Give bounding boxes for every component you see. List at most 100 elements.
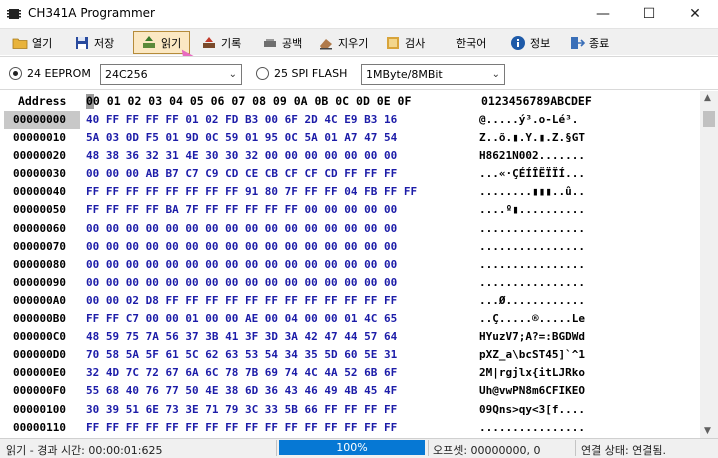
info-button[interactable]: 정보 (510, 31, 550, 54)
hex-row[interactable]: 30 39 51 6E 73 3E 71 79 3C 33 5B 66 FF F… (86, 401, 478, 419)
spi-size-select[interactable]: 1MByte/8MBit ⌄ (361, 64, 505, 85)
row-address: 00000110 (13, 420, 66, 434)
exit-button[interactable]: 종료 (569, 31, 609, 54)
row-address: 00000090 (13, 275, 66, 289)
write-label: 기록 (221, 36, 242, 50)
status-divider (575, 440, 576, 456)
row-address: 00000040 (13, 185, 66, 199)
hex-bytes[interactable]: 40 FF FF FF FF 01 02 FD B3 00 6F 2D 4C E… (86, 111, 478, 437)
hex-row[interactable]: 00 00 00 00 00 00 00 00 00 00 00 00 00 0… (86, 256, 478, 274)
ascii-row[interactable]: pXZ_a\bcST45]`^1 (479, 346, 639, 364)
ascii-column[interactable]: @.....ý³.o-Lé³. Z..õ.▮.Y.▮.Z.§GT H8621N002… (479, 111, 639, 437)
save-label: 저장 (94, 36, 115, 50)
row-address: 000000E0 (13, 366, 66, 380)
hex-row[interactable]: 32 4D 7C 72 67 6A 6C 78 7B 69 74 4C 4A 5… (86, 364, 478, 382)
write-chip-icon (203, 36, 215, 48)
address-header: Address (18, 94, 67, 108)
exit-label: 종료 (589, 36, 610, 50)
info-label: 정보 (530, 36, 551, 50)
language-button[interactable]: 한국어 (456, 31, 486, 54)
row-address: 00000000 (4, 111, 80, 130)
address-column: 00000000 00000010 00000020 00000030 00000040… (4, 111, 80, 437)
hex-row[interactable]: FF FF FF FF FF FF FF FF FF FF FF FF FF F… (86, 419, 478, 437)
ascii-row[interactable]: 09Qns>qy<3[f.... (479, 401, 639, 419)
info-icon (511, 35, 525, 50)
ascii-row[interactable]: ................ (479, 419, 639, 437)
scroll-up-icon[interactable]: ▲ (704, 93, 711, 103)
exit-icon (571, 36, 585, 49)
chevron-down-icon: ⌄ (491, 69, 500, 80)
status-divider (276, 440, 277, 456)
ascii-row[interactable]: HYuzV7;A?=:BGDWd (479, 328, 639, 346)
hex-header: Address 00 01 02 03 04 05 06 07 08 09 0A… (0, 91, 700, 111)
spi-flash-radio[interactable] (256, 67, 269, 80)
hex-row[interactable]: 48 38 36 32 31 4E 30 30 32 00 00 00 00 0… (86, 147, 478, 165)
ascii-row[interactable]: ...«·ÇÉÍÎËÏÏÍ... (479, 165, 639, 183)
eraser-icon (320, 38, 332, 49)
column-headers: 00 01 02 03 04 05 06 07 08 09 0A 0B 0C 0… (86, 94, 412, 108)
ascii-row[interactable]: ................ (479, 256, 639, 274)
connection-status: 연결 상태: 연결됨. (581, 444, 667, 457)
read-chip-icon (143, 35, 155, 48)
window-title: CH341A Programmer (28, 6, 155, 20)
eeprom-radio-label: 24 EEPROM (27, 67, 91, 80)
title-bar: CH341A Programmer — ☐ ✕ (0, 0, 718, 28)
scroll-thumb[interactable] (703, 111, 715, 127)
eeprom-radio[interactable] (9, 67, 22, 80)
erase-button[interactable]: 지우기 (318, 31, 368, 54)
blank-check-label: 공백 (282, 36, 303, 50)
hex-row[interactable]: FF FF C7 00 00 01 00 00 AE 00 04 00 00 0… (86, 310, 478, 328)
ascii-row[interactable]: Uh@vwPN8m6CFIKEO (479, 382, 639, 400)
verify-button[interactable]: 검사 (385, 31, 425, 54)
hex-row[interactable]: 5A 03 0D F5 01 9D 0C 59 01 95 0C 5A 01 A… (86, 129, 478, 147)
ascii-row[interactable]: ...Ø............ (479, 292, 639, 310)
ascii-row[interactable]: ................ (479, 220, 639, 238)
row-address: 00000080 (13, 257, 66, 271)
row-address: 000000D0 (13, 348, 66, 362)
ascii-row[interactable]: ..Ç.....®.....Le (479, 310, 639, 328)
scroll-down-icon[interactable]: ▼ (704, 426, 711, 436)
open-button[interactable]: 열기 (12, 31, 52, 54)
ascii-row[interactable]: @.....ý³.o-Lé³. (479, 111, 639, 129)
ascii-row[interactable]: ................ (479, 274, 639, 292)
erase-label: 지우기 (338, 36, 369, 50)
spi-size-value: 1MByte/8MBit (366, 68, 443, 81)
vertical-scrollbar[interactable]: ▲ ▼ (700, 91, 718, 438)
ascii-row[interactable]: ................ (479, 238, 639, 256)
hex-row[interactable]: FF FF FF FF FF FF FF FF 91 80 7F FF FF 0… (86, 183, 478, 201)
hex-row[interactable]: 00 00 00 00 00 00 00 00 00 00 00 00 00 0… (86, 238, 478, 256)
hex-row[interactable]: 00 00 00 00 00 00 00 00 00 00 00 00 00 0… (86, 220, 478, 238)
blank-check-button[interactable]: 공백 (262, 31, 302, 54)
hex-row[interactable]: 00 00 00 00 00 00 00 00 00 00 00 00 00 0… (86, 274, 478, 292)
row-address: 000000A0 (13, 293, 66, 307)
hex-row[interactable]: 00 00 02 D8 FF FF FF FF FF FF FF FF FF F… (86, 292, 478, 310)
open-label: 열기 (32, 36, 53, 50)
ascii-row[interactable]: ........▮▮▮..û.. (479, 183, 639, 201)
minimize-button[interactable]: — (580, 0, 626, 28)
save-button[interactable]: 저장 (74, 31, 114, 54)
chip-selection-bar: 24 EEPROM 24C256 ⌄ 25 SPI FLASH 1MByte/8… (0, 56, 718, 90)
write-button[interactable]: 기록 (201, 31, 241, 54)
ascii-row[interactable]: 2M|rgjlx{itLJRko (479, 364, 639, 382)
status-divider (428, 440, 429, 456)
close-button[interactable]: ✕ (672, 0, 718, 28)
hex-row[interactable]: 00 00 00 AB B7 C7 C9 CD CE CB CF CF CD F… (86, 165, 478, 183)
chip-icon (7, 9, 21, 19)
hex-editor[interactable]: Address 00 01 02 03 04 05 06 07 08 09 0A… (0, 91, 718, 438)
spi-flash-radio-label: 25 SPI FLASH (274, 67, 348, 80)
maximize-button[interactable]: ☐ (626, 0, 672, 28)
ascii-row[interactable]: Z..õ.▮.Y.▮.Z.§GT (479, 129, 639, 147)
hex-row[interactable]: 40 FF FF FF FF 01 02 FD B3 00 6F 2D 4C E… (86, 111, 478, 129)
eeprom-model-select[interactable]: 24C256 ⌄ (100, 64, 242, 85)
offset-readout: 오프셋: 00000000, 0 (433, 444, 541, 457)
ascii-row[interactable]: H8621N002....... (479, 147, 639, 165)
row-address: 00000020 (13, 149, 66, 163)
row-address: 000000F0 (13, 384, 66, 398)
row-address: 00000100 (13, 402, 66, 416)
hex-row[interactable]: FF FF FF FF BA 7F FF FF FF FF FF 00 00 0… (86, 201, 478, 219)
row-address: 00000030 (13, 167, 66, 181)
hex-row[interactable]: 55 68 40 76 77 50 4E 38 6D 36 43 46 49 4… (86, 382, 478, 400)
ascii-row[interactable]: ....º▮.......... (479, 201, 639, 219)
hex-row[interactable]: 48 59 75 7A 56 37 3B 41 3F 3D 3A 42 47 4… (86, 328, 478, 346)
hex-row[interactable]: 70 58 5A 5F 61 5C 62 63 53 54 34 35 5D 6… (86, 346, 478, 364)
